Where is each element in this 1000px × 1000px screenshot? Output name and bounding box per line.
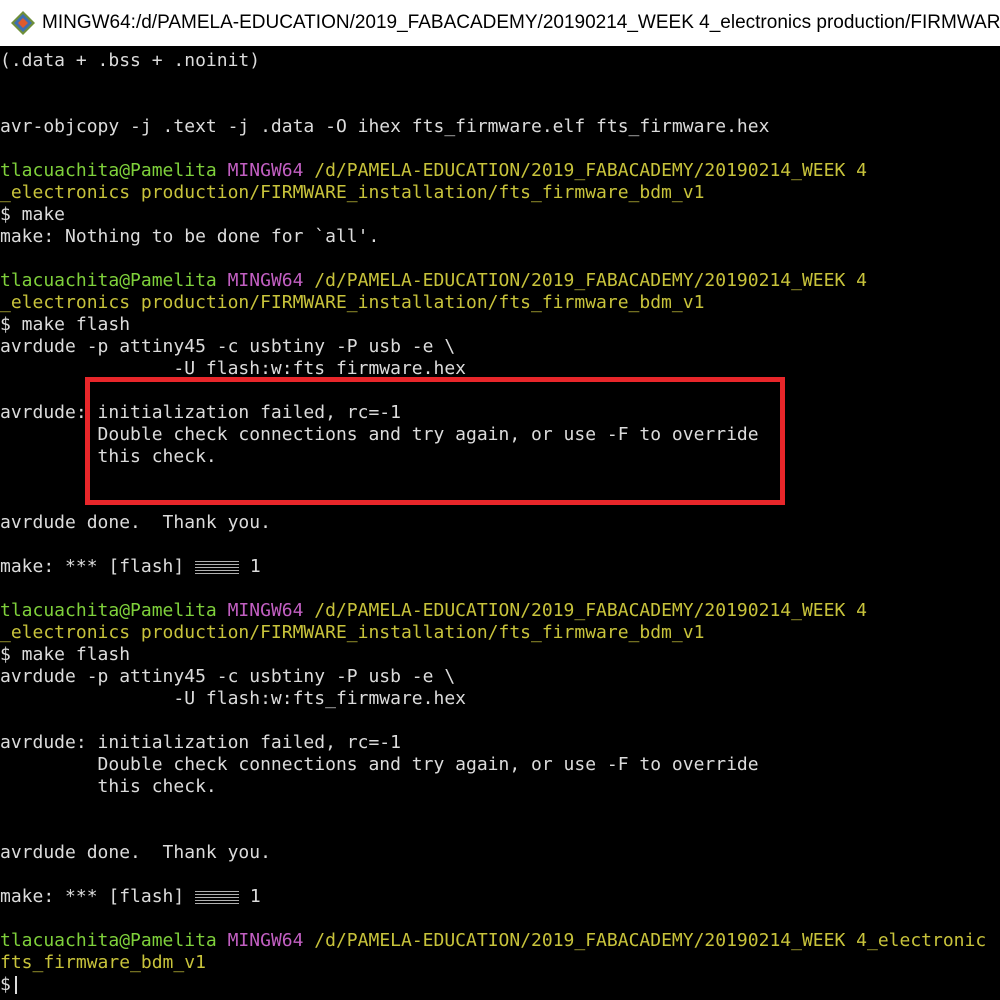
error-line: Double check connections and try again, … (0, 424, 759, 445)
output-line: make: *** [flash] 1 (0, 556, 261, 578)
command-input-line[interactable]: $ (0, 974, 17, 996)
prompt-user: tlacuachita@Pamelita (0, 600, 217, 621)
prompt-path: /d/PAMELA-EDUCATION/2019_FABACADEMY/2019… (314, 160, 867, 181)
prompt-path-continued: _electronics production/FIRMWARE_install… (0, 292, 705, 313)
prompt-path-continued: _electronics production/FIRMWARE_install… (0, 622, 705, 643)
output-line: -U flash:w:fts_firmware.hex (0, 358, 466, 379)
output-line: make: *** [flash] 1 (0, 886, 261, 908)
output-line: avr-objcopy -j .text -j .data -O ihex ft… (0, 116, 770, 137)
prompt-user: tlacuachita@Pamelita (0, 930, 217, 951)
prompt-line: tlacuachita@Pamelita MINGW64 /d/PAMELA-E… (0, 160, 867, 182)
title-bar[interactable]: MINGW64:/d/PAMELA-EDUCATION/2019_FABACAD… (0, 0, 1000, 46)
prompt-symbol: $ (0, 974, 11, 995)
terminal-window: MINGW64:/d/PAMELA-EDUCATION/2019_FABACAD… (0, 0, 1000, 1000)
error-line: this check. (0, 776, 217, 797)
prompt-path: /d/PAMELA-EDUCATION/2019_FABACADEMY/2019… (314, 930, 987, 951)
command-line: $ make flash (0, 314, 131, 335)
prompt-path-continued: _electronics production/FIRMWARE_install… (0, 182, 705, 203)
output-line: make: Nothing to be done for `all'. (0, 226, 380, 247)
prompt-host: MINGW64 (227, 600, 304, 621)
command-line: $ make flash (0, 644, 131, 665)
prompt-line: tlacuachita@Pamelita MINGW64 /d/PAMELA-E… (0, 930, 986, 952)
make-error-code: 1 (239, 556, 261, 577)
prompt-host: MINGW64 (227, 160, 304, 181)
error-line: this check. (0, 446, 217, 467)
prompt-path-continued: fts_firmware_bdm_v1 (0, 952, 206, 973)
prompt-path: /d/PAMELA-EDUCATION/2019_FABACADEMY/2019… (314, 600, 867, 621)
error-line: Double check connections and try again, … (0, 754, 759, 775)
prompt-host: MINGW64 (227, 270, 304, 291)
output-line: -U flash:w:fts_firmware.hex (0, 688, 466, 709)
make-error-prefix: make: *** [flash] (0, 556, 196, 577)
output-line: (.data + .bss + .noinit) (0, 50, 261, 71)
error-line: avrdude: initialization failed, rc=-1 (0, 402, 401, 423)
output-line: avrdude done. Thank you. (0, 512, 271, 533)
terminal-output[interactable]: (.data + .bss + .noinit) avr-objcopy -j … (0, 46, 1000, 1000)
window-title: MINGW64:/d/PAMELA-EDUCATION/2019_FABACAD… (42, 12, 1000, 33)
make-error-code: 1 (239, 886, 261, 907)
output-line: avrdude -p attiny45 -c usbtiny -P usb -e… (0, 666, 456, 687)
garbled-text (195, 890, 240, 904)
prompt-line: tlacuachita@Pamelita MINGW64 /d/PAMELA-E… (0, 600, 867, 622)
make-error-prefix: make: *** [flash] (0, 886, 196, 907)
prompt-host: MINGW64 (227, 930, 304, 951)
output-line: avrdude done. Thank you. (0, 842, 271, 863)
git-bash-icon (11, 11, 35, 35)
prompt-user: tlacuachita@Pamelita (0, 160, 217, 181)
command-line: $ make (0, 204, 66, 225)
prompt-line: tlacuachita@Pamelita MINGW64 /d/PAMELA-E… (0, 270, 867, 292)
prompt-user: tlacuachita@Pamelita (0, 270, 217, 291)
text-cursor (14, 976, 17, 994)
output-line: avrdude -p attiny45 -c usbtiny -P usb -e… (0, 336, 456, 357)
garbled-text (195, 560, 240, 574)
prompt-path: /d/PAMELA-EDUCATION/2019_FABACADEMY/2019… (314, 270, 867, 291)
error-line: avrdude: initialization failed, rc=-1 (0, 732, 401, 753)
